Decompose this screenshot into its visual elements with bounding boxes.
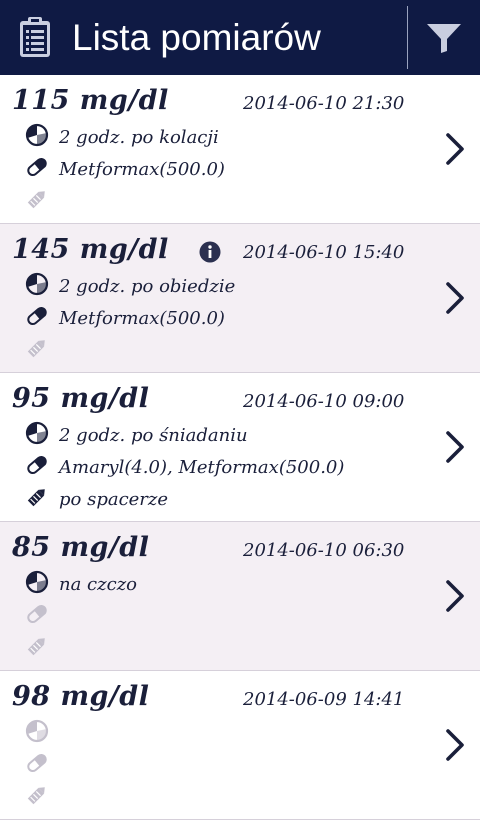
app-bar: Lista pomiarów <box>0 0 480 75</box>
measurement-datetime: 2014-06-09 14:41 <box>243 689 405 710</box>
chevron-right-icon[interactable] <box>441 578 471 614</box>
clock-icon <box>25 421 49 449</box>
glucose-value: 95 mg/dl <box>12 383 150 414</box>
filter-icon <box>427 23 461 53</box>
measurement-row[interactable]: 85 mg/dl 2014-06-10 06:30 na czczo <box>0 522 480 671</box>
meal-time-label: 2 godz. po obiedzie <box>59 275 236 297</box>
chevron-right-icon[interactable] <box>441 131 471 167</box>
measurement-datetime: 2014-06-10 15:40 <box>243 242 405 263</box>
glucose-value: 145 mg/dl <box>12 234 169 265</box>
pill-icon <box>25 155 49 183</box>
medication-label: Metformax(500.0) <box>59 307 225 329</box>
info-icon[interactable] <box>199 241 221 263</box>
page-title: Lista pomiarów <box>72 17 321 58</box>
clock-icon <box>25 123 49 151</box>
filter-button[interactable] <box>408 0 480 75</box>
chevron-right-icon[interactable] <box>441 280 471 316</box>
medication-label: Amaryl(4.0), Metformax(500.0) <box>59 456 345 478</box>
pencil-icon <box>25 336 49 364</box>
medication-label: Metformax(500.0) <box>59 158 225 180</box>
pencil-icon <box>25 783 49 811</box>
chevron-right-icon[interactable] <box>441 727 471 763</box>
measurement-row[interactable]: 145 mg/dl 2014-06-10 15:40 2 godz. po obie… <box>0 224 480 373</box>
glucose-value: 85 mg/dl <box>12 532 150 563</box>
measurement-list: 115 mg/dl 2014-06-10 21:30 2 godz. po kola… <box>0 75 480 820</box>
pencil-icon <box>25 634 49 662</box>
pill-icon <box>25 453 49 481</box>
note-label: po spacerze <box>59 488 169 510</box>
measurement-datetime: 2014-06-10 21:30 <box>243 93 405 114</box>
meal-time-label: na czczo <box>59 573 138 595</box>
measurement-row[interactable]: 98 mg/dl 2014-06-09 14:41 <box>0 671 480 820</box>
clipboard-icon[interactable] <box>18 16 52 58</box>
clock-icon <box>25 719 49 747</box>
measurement-datetime: 2014-06-10 09:00 <box>243 391 405 412</box>
meal-time-label: 2 godz. po kolacji <box>59 126 219 148</box>
measurement-row[interactable]: 95 mg/dl 2014-06-10 09:00 2 godz. po śniad… <box>0 373 480 522</box>
pencil-icon <box>25 187 49 215</box>
chevron-right-icon[interactable] <box>441 429 471 465</box>
glucose-value: 98 mg/dl <box>12 681 150 712</box>
meal-time-label: 2 godz. po śniadaniu <box>59 424 248 446</box>
pill-icon <box>25 602 49 630</box>
pencil-icon <box>25 485 49 513</box>
measurement-datetime: 2014-06-10 06:30 <box>243 540 405 561</box>
clock-icon <box>25 272 49 300</box>
clock-icon <box>25 570 49 598</box>
pill-icon <box>25 751 49 779</box>
glucose-value: 115 mg/dl <box>12 85 169 116</box>
pill-icon <box>25 304 49 332</box>
measurement-row[interactable]: 115 mg/dl 2014-06-10 21:30 2 godz. po kola… <box>0 75 480 224</box>
